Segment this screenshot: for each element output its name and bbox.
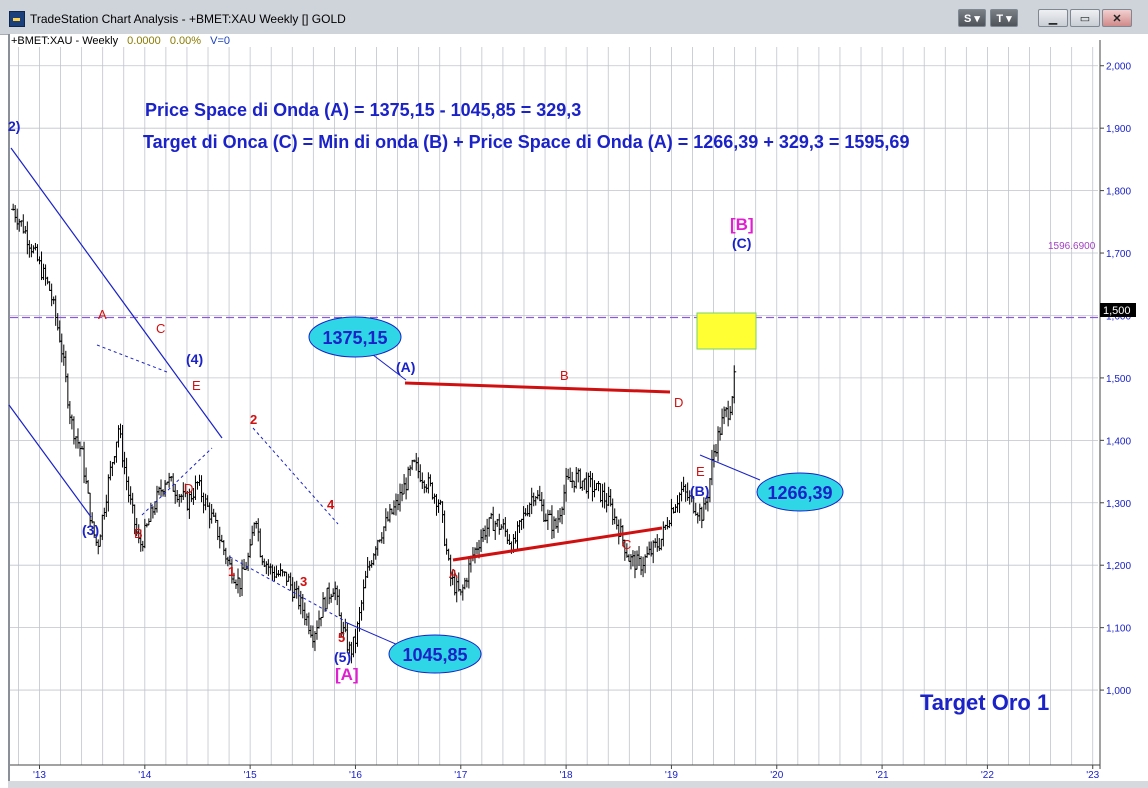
wave-label-B: (B) bbox=[690, 483, 709, 499]
formula-target: Target di Onca (C) = Min di onda (B) + P… bbox=[143, 132, 909, 152]
wave-label-5: (5) bbox=[334, 649, 351, 665]
wave-label-A: (A) bbox=[396, 359, 415, 375]
x-tick-label: '22 bbox=[981, 770, 994, 781]
y-tick-label: 1,700 bbox=[1106, 249, 1131, 260]
wave-label-bigA: [A] bbox=[335, 665, 359, 684]
wave-num-3: 3 bbox=[300, 574, 307, 589]
wave-label-2: 2) bbox=[8, 118, 20, 134]
wave-label-C: (C) bbox=[732, 235, 751, 251]
horizontal-scrollbar[interactable] bbox=[8, 781, 1148, 788]
x-tick-label: '15 bbox=[244, 770, 257, 781]
y-tick-label: 1,500 bbox=[1106, 374, 1131, 385]
x-tick-label: '23 bbox=[1086, 770, 1099, 781]
wave-label-3: (3) bbox=[82, 522, 99, 538]
tri-label-A: A bbox=[449, 566, 458, 581]
sub-label-C: C bbox=[156, 321, 165, 336]
channel-lower-line bbox=[8, 404, 92, 518]
grid-layer bbox=[10, 47, 1098, 765]
bubble-1266-text: 1266,39 bbox=[767, 483, 832, 503]
x-tick-label: '17 bbox=[454, 770, 467, 781]
target-line-label: 1596.6900 bbox=[1048, 241, 1096, 252]
y-tick-label: 2,000 bbox=[1106, 62, 1131, 73]
bubble-1375-text: 1375,15 bbox=[322, 328, 387, 348]
x-tick-label: '14 bbox=[138, 770, 151, 781]
formula-price-space: Price Space di Onda (A) = 1375,15 - 1045… bbox=[145, 100, 581, 120]
y-tick-label: 1,400 bbox=[1106, 436, 1131, 447]
x-tick-label: '16 bbox=[349, 770, 362, 781]
wave-label-4: (4) bbox=[186, 351, 203, 367]
triangle-upper-line bbox=[96, 344, 168, 373]
y-tick-label: 1,300 bbox=[1106, 499, 1131, 510]
tri-label-B: B bbox=[560, 368, 569, 383]
sub-label-E: E bbox=[192, 378, 201, 393]
triangle-red-upper-line bbox=[404, 381, 671, 394]
sub-label-D: D bbox=[184, 481, 193, 496]
channel-upper-line bbox=[10, 147, 223, 439]
tri-label-E: E bbox=[696, 464, 705, 479]
x-tick-label: '21 bbox=[876, 770, 889, 781]
bubble-1045-text: 1045,85 bbox=[402, 645, 467, 665]
price-chart[interactable]: 1,0001,1001,2001,3001,4001,5001,6001,700… bbox=[0, 0, 1148, 788]
wave-num-4: 4 bbox=[327, 497, 335, 512]
x-tick-label: '19 bbox=[665, 770, 678, 781]
y-tick-label: 1,100 bbox=[1106, 624, 1131, 635]
x-tick-label: '20 bbox=[770, 770, 783, 781]
x-tick-label: '18 bbox=[560, 770, 573, 781]
tri-label-C: C bbox=[622, 537, 631, 552]
wedge-upper-line bbox=[252, 427, 339, 525]
wave-label-bigB: [B] bbox=[730, 215, 754, 234]
wave-num-5: 5 bbox=[338, 630, 345, 645]
callout-line-1266 bbox=[699, 454, 761, 481]
tri-label-D: D bbox=[674, 395, 683, 410]
wedge-lower-line bbox=[229, 556, 344, 621]
price-bars bbox=[11, 203, 737, 664]
sub-label-A: A bbox=[98, 307, 107, 322]
wave-num-2: 2 bbox=[250, 412, 257, 427]
sub-label-B: B bbox=[134, 526, 143, 541]
y-tick-label: 1,200 bbox=[1106, 561, 1131, 572]
y-tick-label: 1,900 bbox=[1106, 124, 1131, 135]
y-tick-label: 1,000 bbox=[1106, 686, 1131, 697]
target-highlight-box bbox=[696, 312, 757, 350]
wave-num-1: 1 bbox=[228, 564, 235, 579]
y-tick-label: 1,800 bbox=[1106, 187, 1131, 198]
x-tick-label: '13 bbox=[33, 770, 46, 781]
last-price-tag: 1,500 bbox=[1103, 305, 1131, 317]
target-oro-label: Target Oro 1 bbox=[920, 690, 1049, 715]
